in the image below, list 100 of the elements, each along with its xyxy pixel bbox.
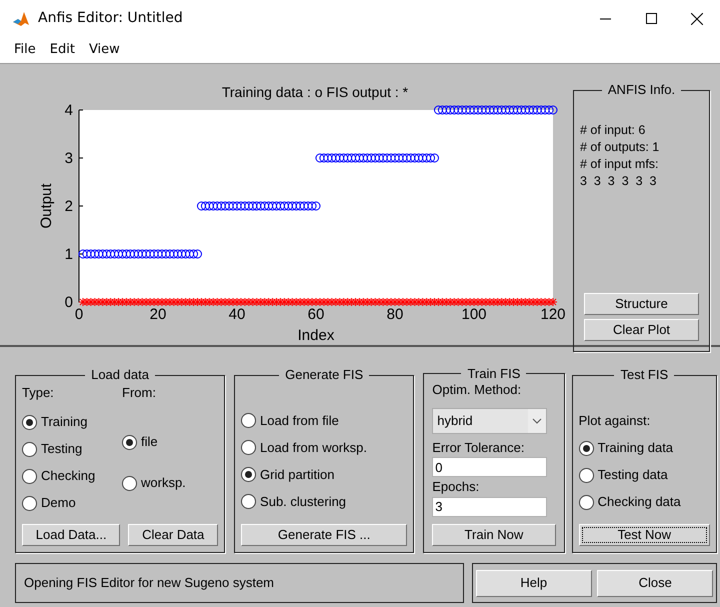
radio-button[interactable] <box>122 434 137 450</box>
radio-label[interactable]: Demo <box>41 493 76 513</box>
data-point <box>347 154 356 162</box>
data-point <box>343 154 352 162</box>
data-point <box>292 298 301 306</box>
data-point <box>189 298 198 306</box>
dropdown[interactable]: hybrid <box>432 408 548 434</box>
menu-item[interactable]: Edit <box>44 40 83 60</box>
panel-button[interactable]: Structure <box>584 293 699 315</box>
data-point <box>446 298 455 306</box>
radio-button[interactable] <box>578 468 594 482</box>
data-point <box>418 298 428 306</box>
data-point <box>312 298 320 306</box>
radio-label[interactable]: Testing data <box>598 465 668 485</box>
radio-label[interactable]: Training <box>41 412 88 432</box>
radio-label[interactable]: Grid partition <box>260 464 334 484</box>
data-point <box>90 250 100 258</box>
data-point <box>466 106 475 114</box>
data-point <box>331 154 340 162</box>
data-point <box>90 298 100 306</box>
data-point <box>335 298 344 306</box>
data-point <box>161 298 170 306</box>
data-point <box>394 298 404 306</box>
data-point <box>418 154 428 162</box>
data-point <box>509 298 518 306</box>
data-point <box>343 298 352 306</box>
data-point <box>157 250 166 258</box>
dialog-button[interactable]: Close <box>597 570 714 596</box>
data-point <box>260 298 270 306</box>
input-field[interactable]: 0 <box>432 457 548 477</box>
tick-label: 60 <box>308 306 324 323</box>
data-point <box>138 298 147 306</box>
data-point <box>236 298 246 306</box>
panel-button[interactable]: Generate FIS ... <box>241 524 408 546</box>
radio-button[interactable] <box>22 468 37 484</box>
radio-button[interactable] <box>22 414 37 430</box>
data-point <box>524 106 534 114</box>
data-point <box>193 298 202 306</box>
radio-label[interactable]: file <box>141 432 158 452</box>
data-point <box>532 298 542 306</box>
data-point <box>248 298 258 306</box>
data-point <box>450 298 459 306</box>
axis-label: Output <box>38 183 55 229</box>
radio-label[interactable]: Sub. clustering <box>260 492 346 512</box>
data-point <box>430 154 439 162</box>
data-point <box>410 298 420 306</box>
radio-button[interactable] <box>578 440 594 456</box>
data-point <box>98 250 108 258</box>
radio-label[interactable]: Testing <box>41 439 82 459</box>
radio-label[interactable]: Load from worksp. <box>260 438 367 458</box>
radio-button[interactable] <box>578 494 594 510</box>
tick-label: 3 <box>64 150 73 167</box>
data-point <box>185 298 194 306</box>
caret-icon <box>528 408 546 432</box>
radio-button[interactable] <box>241 413 256 428</box>
menu-item[interactable]: View <box>82 40 128 60</box>
panel-button[interactable]: Load Data... <box>22 524 120 546</box>
data-point <box>414 298 424 306</box>
data-point <box>347 298 356 306</box>
data-point <box>142 298 151 306</box>
radio-button[interactable] <box>241 494 256 509</box>
menu-item[interactable]: File <box>8 40 44 60</box>
data-point <box>470 106 478 114</box>
data-point <box>374 298 384 306</box>
field-label: Epochs: <box>432 478 480 496</box>
radio-button[interactable] <box>241 440 256 455</box>
panel-button[interactable]: Train Now <box>432 524 556 546</box>
data-point <box>122 250 131 258</box>
panel-button[interactable]: Test Now <box>578 524 710 546</box>
radio-button[interactable] <box>122 476 137 490</box>
input-field[interactable]: 3 <box>432 496 548 516</box>
radio-button[interactable] <box>22 442 37 456</box>
radio-button[interactable] <box>241 467 256 482</box>
field-label: Optim. Method: <box>432 381 522 399</box>
tick-label: 4 <box>64 102 73 119</box>
dialog-button[interactable]: Help <box>476 570 592 596</box>
status-text: Opening FIS Editor for new Sugeno system <box>24 574 274 592</box>
radio-label[interactable]: Checking data <box>598 492 681 512</box>
data-point <box>280 298 289 306</box>
panel-button[interactable]: Clear Plot <box>584 319 699 341</box>
data-point <box>402 154 412 162</box>
radio-label[interactable]: worksp. <box>141 473 186 493</box>
data-point <box>288 202 297 210</box>
data-point <box>489 298 498 306</box>
data-point <box>212 298 222 306</box>
data-point <box>315 154 324 162</box>
data-point <box>442 106 451 114</box>
radio-button[interactable] <box>22 496 37 510</box>
radio-label[interactable]: Load from file <box>260 410 339 430</box>
data-point <box>390 298 400 306</box>
radio-label[interactable]: Training data <box>598 438 674 458</box>
data-point <box>296 298 305 306</box>
radio-label[interactable]: Checking <box>41 466 96 486</box>
close-icon <box>691 12 703 24</box>
data-point <box>351 298 360 306</box>
data-point <box>540 106 550 114</box>
data-point <box>300 298 309 306</box>
panel-button[interactable]: Clear Data <box>128 524 218 546</box>
data-point <box>276 298 285 306</box>
data-point <box>114 298 123 306</box>
